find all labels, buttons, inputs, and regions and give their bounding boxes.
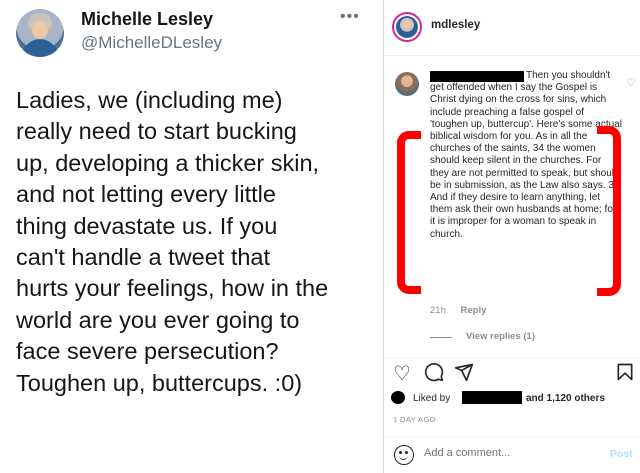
liked-by-others[interactable]: and 1,120 others (526, 393, 605, 404)
comment-like-icon[interactable]: ♡ (626, 76, 636, 89)
post-timestamp: 1 DAY AGO (393, 415, 436, 424)
more-options-icon[interactable]: ••• (340, 8, 360, 26)
red-bracket-right (597, 126, 621, 296)
view-replies-button[interactable]: View replies (1) (466, 331, 535, 342)
tweet-author-name[interactable]: Michelle Lesley (81, 9, 213, 30)
comment-meta: 21h Reply (430, 305, 498, 316)
post-header: mdlesley (384, 0, 640, 56)
add-comment-bar: Post (384, 436, 640, 473)
comment-text: Then you shouldn't get offended when I s… (430, 70, 622, 240)
reply-button[interactable]: Reply (461, 305, 487, 316)
emoji-icon[interactable] (394, 445, 414, 465)
tweet-text: Ladies, we (including me) really need to… (16, 87, 329, 396)
heart-icon[interactable]: ♡ (393, 362, 411, 386)
tweet-author-handle[interactable]: @MichelleDLesley (81, 33, 222, 53)
comment-icon[interactable] (424, 362, 444, 388)
bookmark-icon[interactable] (615, 362, 635, 388)
profile-avatar[interactable] (392, 12, 422, 42)
comment-input[interactable] (424, 447, 599, 459)
tweet-card: Michelle Lesley @MichelleDLesley ••• Lad… (0, 0, 383, 473)
post-button[interactable]: Post (610, 448, 633, 460)
action-bar: ♡ (384, 362, 640, 388)
paper-plane-icon[interactable] (454, 362, 474, 388)
liker-name-redaction (462, 391, 522, 404)
replies-divider (430, 337, 452, 338)
profile-username[interactable]: mdlesley (431, 19, 480, 31)
liked-by-label: Liked by (413, 393, 451, 404)
liker-avatar-redaction (391, 391, 405, 404)
commenter-avatar[interactable] (395, 72, 419, 96)
redacted-username (430, 71, 524, 82)
avatar[interactable] (16, 9, 64, 57)
avatar-body (22, 39, 58, 57)
avatar-face (32, 21, 48, 39)
comment-time: 21h (430, 305, 446, 316)
divider (384, 358, 640, 359)
red-bracket-left (397, 131, 421, 294)
